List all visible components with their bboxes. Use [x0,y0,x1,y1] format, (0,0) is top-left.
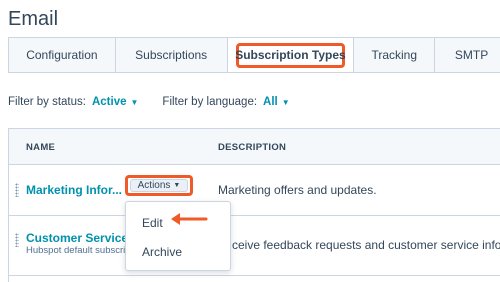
tab-tracking[interactable]: Tracking [354,38,436,72]
status-filter-label: Filter by status: [8,96,86,108]
language-filter-label: Filter by language: [162,96,258,108]
actions-button[interactable]: Actions ▼ [130,179,188,192]
caret-down-icon: ▼ [281,97,290,107]
tab-subscription-types[interactable]: Subscription Types [227,38,355,72]
caret-down-icon: ▼ [173,182,181,189]
caret-down-icon: ▼ [130,97,139,107]
language-filter-dropdown[interactable]: All [263,96,278,108]
table-row: Customer Service C Hubspot default subsc… [9,216,500,276]
subscription-description: Marketing offers and updates. [218,183,377,197]
drag-handle-icon[interactable] [15,183,19,197]
tab-bar: Configuration Subscriptions Subscription… [8,37,500,73]
subscription-types-table: NAME DESCRIPTION Marketing Infor... Acti… [8,128,500,282]
filter-bar: Filter by status: Active ▼ Filter by lan… [8,96,290,108]
status-filter-dropdown[interactable]: Active [92,96,127,108]
menu-item-archive[interactable]: Archive [142,245,182,259]
table-row: Marketing Infor... Actions ▼ Marketing o… [9,165,500,216]
page-title: Email [8,8,59,30]
menu-item-edit[interactable]: Edit [142,216,163,230]
subscription-subtitle: Hubspot default subscrip [26,245,131,256]
table-header: NAME DESCRIPTION [9,129,500,165]
subscription-name-link[interactable]: Marketing Infor... [26,183,122,197]
tab-subscriptions[interactable]: Subscriptions [115,38,228,72]
actions-highlight: Actions ▼ [125,175,193,196]
drag-handle-icon[interactable] [15,233,19,247]
subscription-description: ceive feedback requests and customer ser… [232,238,500,252]
column-header-description: DESCRIPTION [218,142,287,153]
subscription-name-link[interactable]: Customer Service C [26,231,138,245]
arrow-left-icon [171,213,208,225]
column-header-name[interactable]: NAME [26,142,55,153]
tab-smtp[interactable]: SMTP [435,38,500,72]
tab-configuration[interactable]: Configuration [9,38,116,72]
